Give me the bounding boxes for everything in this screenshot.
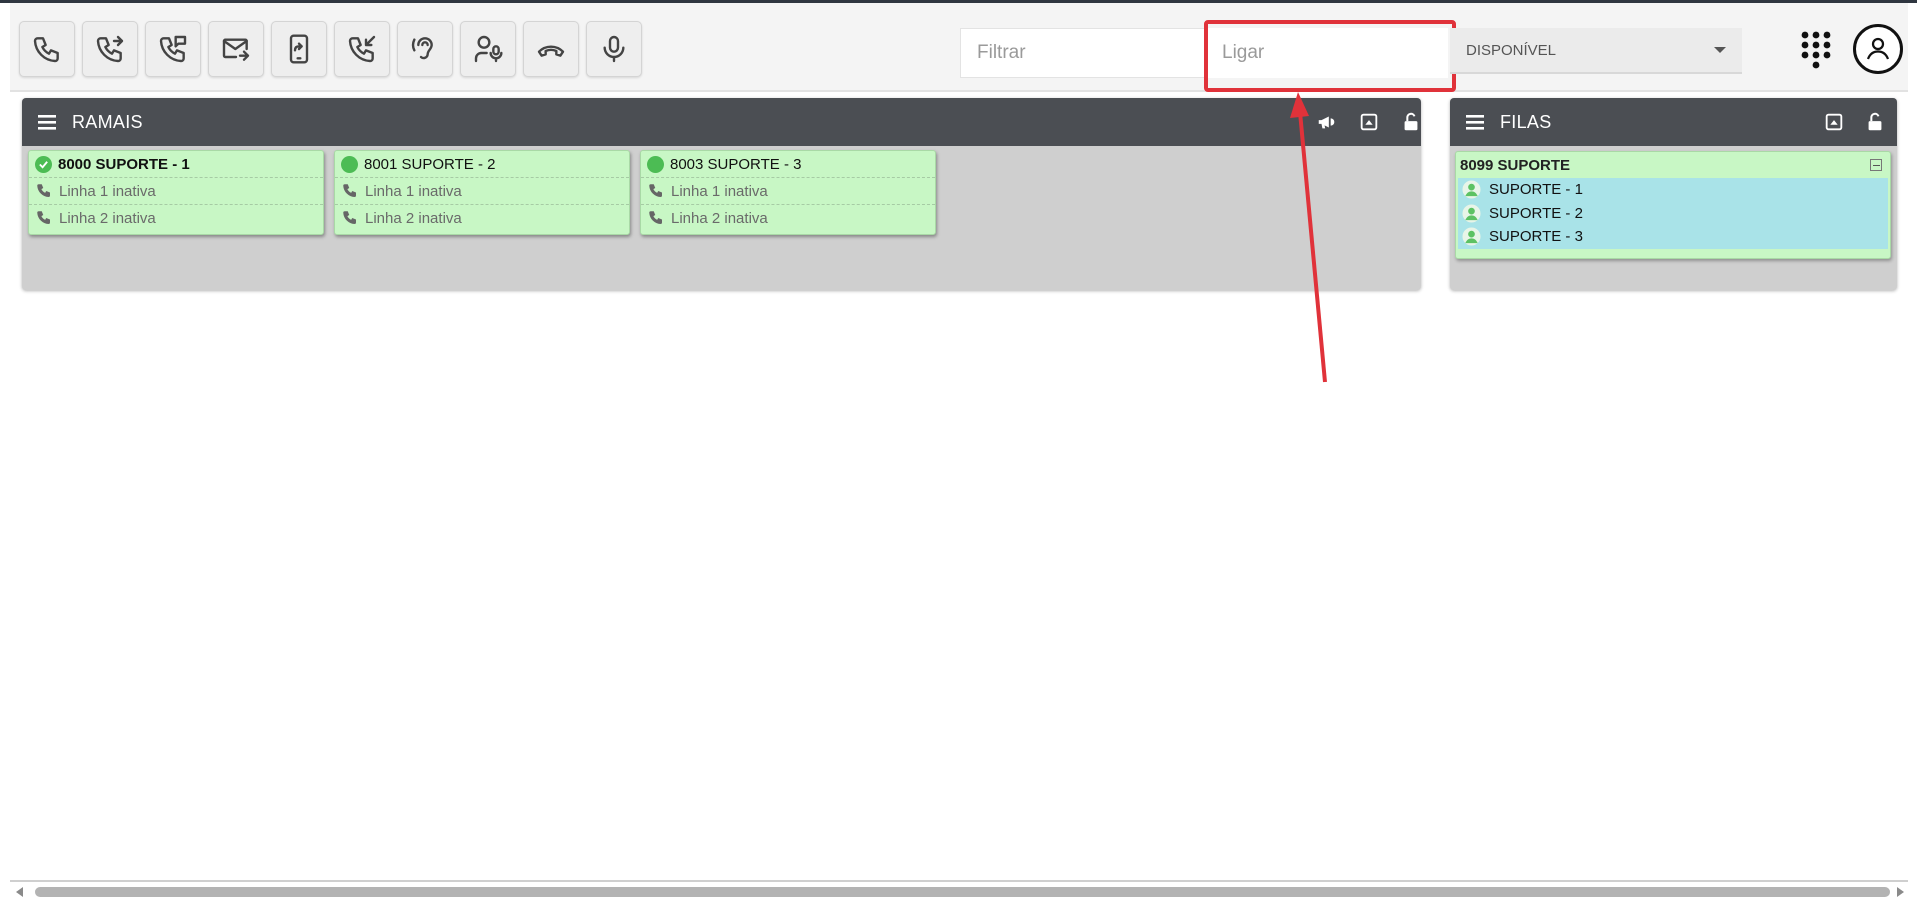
mobile-transfer-icon [289,34,309,64]
filas-panel-header: FILAS [1450,98,1897,146]
mail-forward-icon [222,38,250,61]
extension-name-row: 8001 SUPORTE - 2 [335,151,629,178]
extension-name-row: 8003 SUPORTE - 3 [641,151,935,178]
extension-name: 8001 SUPORTE - 2 [364,155,496,173]
phone-icon [649,211,662,224]
user-icon [1462,227,1481,246]
line-status: Linha 2 inativa [365,209,462,227]
user-icon [1462,204,1481,223]
line-status: Linha 2 inativa [671,209,768,227]
member-name: SUPORTE - 1 [1489,181,1583,199]
extension-name: 8000 SUPORTE - 1 [58,155,190,173]
menu-icon[interactable] [36,111,58,133]
hangup-button[interactable] [523,21,579,77]
user-icon [1866,37,1890,60]
status-online-icon [341,155,358,173]
phone-icon [37,184,50,197]
user-avatar-button[interactable] [1853,24,1903,74]
line-status: Linha 1 inativa [59,182,156,200]
extension-card[interactable]: 8003 SUPORTE - 3 Linha 1 inativa Linha 2… [640,150,936,235]
phone-icon [649,184,662,197]
phone-forward-icon [96,35,124,63]
status-select[interactable]: DISPONÍVEL [1450,28,1742,74]
extension-line: Linha 2 inativa [335,205,629,231]
phone-icon [37,211,50,224]
microphone-icon [603,35,625,63]
scrollbar-track [10,880,1908,882]
extension-line: Linha 1 inativa [29,178,323,205]
queue-member[interactable]: SUPORTE - 2 [1458,202,1888,226]
maximize-icon[interactable] [1823,111,1845,133]
call-input[interactable] [1206,28,1448,78]
extension-name-row: 8000 SUPORTE - 1 [29,151,323,178]
consult-transfer-button[interactable] [145,21,201,77]
dialpad-icon[interactable] [1800,30,1832,70]
menu-icon[interactable] [1464,111,1486,133]
maximize-icon[interactable] [1358,111,1380,133]
phone-icon [33,37,59,63]
pickup-button[interactable] [334,21,390,77]
phone-hangup-icon [537,45,565,57]
unlock-icon[interactable] [1864,111,1886,133]
ramais-panel-header: RAMAIS [22,98,1421,146]
queue-title-row: 8099 SUPORTE [1456,152,1890,178]
unlock-icon[interactable] [1400,111,1422,133]
status-select-value: DISPONÍVEL [1466,41,1557,59]
extension-line: Linha 1 inativa [641,178,935,205]
user-mic-icon [474,35,503,63]
phone-incoming-icon [348,35,376,63]
status-online-icon [647,155,664,173]
extension-name: 8003 SUPORTE - 3 [670,155,802,173]
whisper-button[interactable] [460,21,516,77]
mute-button[interactable] [586,21,642,77]
queue-card[interactable]: 8099 SUPORTE SUPORTE - 1 SUPORTE - 2 SUP… [1455,151,1891,259]
scroll-left-icon[interactable] [16,887,23,897]
ear-icon [411,37,433,60]
user-icon [1462,180,1481,199]
extension-card[interactable]: 8000 SUPORTE - 1 Linha 1 inativa Linha 2… [28,150,324,235]
line-status: Linha 2 inativa [59,209,156,227]
phone-icon [343,211,356,224]
filter-input[interactable] [960,28,1206,78]
extension-line: Linha 2 inativa [29,205,323,231]
member-name: SUPORTE - 2 [1489,204,1583,222]
scroll-right-icon[interactable] [1897,887,1904,897]
queue-members: SUPORTE - 1 SUPORTE - 2 SUPORTE - 3 [1458,178,1888,249]
queue-member[interactable]: SUPORTE - 1 [1458,178,1888,202]
transfer-button[interactable] [82,21,138,77]
extension-line: Linha 2 inativa [641,205,935,231]
member-name: SUPORTE - 3 [1489,228,1583,246]
megaphone-icon[interactable] [1316,111,1338,133]
horizontal-scrollbar[interactable] [10,880,1908,900]
check-circle-icon [35,155,52,173]
panel-title: FILAS [1500,111,1552,132]
extension-line: Linha 1 inativa [335,178,629,205]
mobile-transfer-button[interactable] [271,21,327,77]
line-status: Linha 1 inativa [671,182,768,200]
scrollbar-thumb[interactable] [35,887,1890,897]
email-forward-button[interactable] [208,21,264,77]
queue-member[interactable]: SUPORTE - 3 [1458,225,1888,249]
phone-message-icon [159,35,187,63]
listen-button[interactable] [397,21,453,77]
queue-name: 8099 SUPORTE [1460,156,1571,174]
call-button[interactable] [19,21,75,77]
phone-icon [343,184,356,197]
panel-title: RAMAIS [72,111,143,132]
line-status: Linha 1 inativa [365,182,462,200]
chevron-down-icon [1714,47,1726,53]
extension-card[interactable]: 8001 SUPORTE - 2 Linha 1 inativa Linha 2… [334,150,630,235]
collapse-icon[interactable] [1870,159,1882,171]
